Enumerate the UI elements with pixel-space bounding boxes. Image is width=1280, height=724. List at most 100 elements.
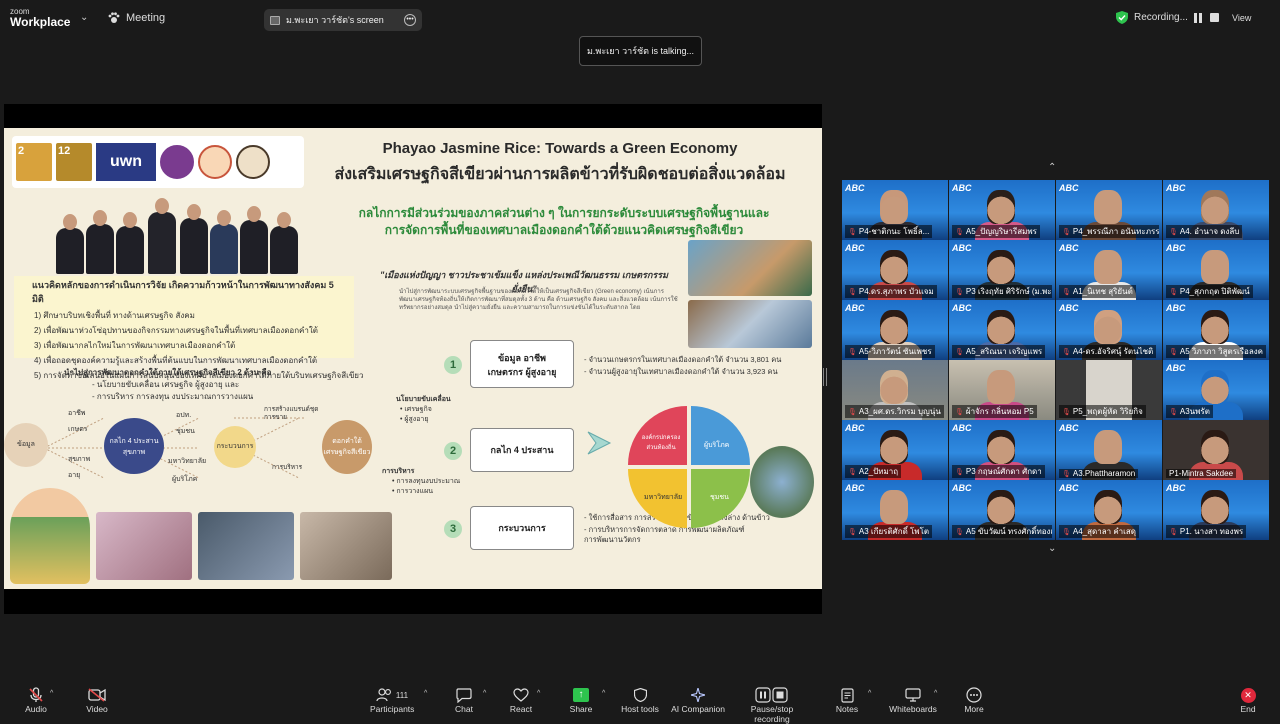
screen-icon (270, 15, 280, 25)
participant-name-text: P1. นางสา ทองพร (1179, 527, 1244, 536)
view-button[interactable]: View (1232, 13, 1251, 23)
participant-face (1201, 310, 1229, 344)
flow-node-data: ข้อมูล (4, 423, 48, 467)
activity-photo-3 (300, 512, 392, 580)
participant-tile[interactable]: ABC 🎙 P3 กฤษณ์ศักดา ศักดา (949, 420, 1055, 480)
participant-name: 🎙 A5 วิภาภา วิสูตรเรือลงค (1166, 345, 1266, 358)
more-options-icon[interactable]: ••• (404, 14, 416, 26)
participant-tile[interactable]: ABC 🎙 P4-ชาติกนะ โพธิ์ล... (842, 180, 948, 240)
participant-tile[interactable]: ABC 🎙 A1_นิเทช สุริยันต์ (1056, 240, 1162, 300)
microphone-muted-icon: 🎙 (848, 348, 857, 356)
participants-button[interactable]: 111 Participants (370, 686, 414, 714)
meeting-label: Meeting (126, 12, 166, 24)
participant-tile[interactable]: ABC 🎙 A3นพรัต (1163, 360, 1269, 420)
screen-chip-label: ม.พะเยา วาร์ชัต's screen (286, 15, 384, 25)
participant-tile[interactable]: ABC 🎙 A5 วิภาภา วิสูตรเรือลงค (1163, 300, 1269, 360)
microphone-muted-icon: 🎙 (1062, 288, 1071, 296)
microphone-muted-icon: 🎙 (955, 228, 964, 236)
shared-screen-chip[interactable]: ม.พะเยา วาร์ชัต's screen ••• (264, 9, 422, 31)
pause-recording-icon[interactable] (1193, 12, 1204, 23)
slide-title-en: Phayao Jasmine Rice: Towards a Green Eco… (382, 140, 738, 157)
audio-button[interactable]: Audio (22, 686, 50, 714)
participant-tile[interactable]: ABC🎙A3_ผศ.ดร.วิกรม บุญนุ่น (842, 360, 948, 420)
more-button[interactable]: More (962, 686, 986, 714)
policy-item: • ผู้สูงอายุ (400, 416, 429, 423)
top-bar: zoom Workplace ⌄ Meeting ม.พะเยา วาร์ชัต… (0, 0, 1280, 38)
end-meeting-button[interactable]: ✕ End (1238, 686, 1258, 714)
step-1-box: ข้อมูล อาชีพ เกษตรกร ผู้สูงอายุ (470, 340, 574, 388)
participant-tile[interactable]: ABC🎙P5_พฤตผู้หัด วิริยกิจ (1056, 360, 1162, 420)
chevron-right-icon (587, 431, 612, 455)
react-button[interactable]: React (508, 686, 534, 714)
whiteboard-icon (888, 686, 938, 704)
virtual-background-logo: ABC (1059, 243, 1079, 253)
microphone-muted-icon: 🎙 (955, 468, 964, 476)
pause-stop-recording-button[interactable]: Pause/stop recording (732, 686, 812, 724)
video-button[interactable]: Video (84, 686, 110, 714)
participant-tile[interactable]: ABC 🎙 A4_สุดาลา คำเสดุ (1056, 480, 1162, 540)
participant-face (880, 490, 908, 524)
ai-companion-button[interactable]: AI Companion (670, 686, 726, 714)
participant-name-text: P3 เริงฤทัย ศิริรักษ์ (ม.พะ... (965, 287, 1052, 296)
participant-tile[interactable]: ABC 🎙 A3.Phattharamon (1056, 420, 1162, 480)
participant-tile[interactable]: ABC 🎙 P1. นางสา ทองพร (1163, 480, 1269, 540)
flow-node-process: กระบวนการ (214, 426, 256, 468)
panel-resize-handle[interactable] (823, 368, 827, 386)
zoom-workplace-logo[interactable]: zoom Workplace (10, 8, 71, 29)
audio-label: Audio (25, 704, 47, 714)
participant-name-text: A5-วิภาวัตน์ ซันเพชร (858, 347, 932, 356)
flow-word: การบริหาร (272, 464, 303, 471)
stop-recording-icon[interactable] (1209, 13, 1219, 22)
chat-button[interactable]: Chat (452, 686, 476, 714)
participant-face (1094, 250, 1122, 284)
participant-tile[interactable]: ABC 🎙 P4.ดร.สุภาพร บัวแจม (842, 240, 948, 300)
ai-companion-label: AI Companion (671, 704, 725, 714)
participant-tile[interactable]: ABC 🎙 P4_สุภกฤต ปิติพัฒน์ (1163, 240, 1269, 300)
participant-name-text: P4-ชาติกนะ โพธิ์ล... (858, 227, 930, 236)
whiteboards-button[interactable]: Whiteboards (888, 686, 938, 714)
uwn-logo: uwn (96, 143, 156, 181)
chevron-down-icon[interactable]: ⌄ (80, 12, 88, 23)
virtual-background-logo: ABC (845, 303, 865, 313)
microphone-muted-icon: 🎙 (1062, 228, 1071, 236)
farmers-photo (750, 446, 814, 518)
virtual-background-logo: ABC (845, 243, 865, 253)
participant-tile[interactable]: ABC 🎙A5 ขับวัฒน์ ทรงศักดิ์ทองเล็ก (949, 480, 1055, 540)
participant-name-text: A3นพรัต (1179, 407, 1210, 416)
video-label: Video (86, 704, 108, 714)
participant-tile[interactable]: ABC 🎙 A4-ดร.อัจริศนุ์ รัตนไชติ (1056, 300, 1162, 360)
virtual-background-logo: ABC (952, 483, 972, 493)
participant-face (1094, 430, 1122, 464)
microphone-muted-icon: 🎙 (955, 348, 964, 356)
participant-face (987, 370, 1015, 404)
microphone-muted-icon: 🎙 (1169, 408, 1178, 416)
virtual-background-logo: ABC (1166, 483, 1186, 493)
gallery-prev-page-icon[interactable]: ⌃ (1048, 162, 1056, 173)
municipality-seal-logo (198, 145, 232, 179)
meeting-info-button[interactable]: Meeting (108, 12, 165, 24)
participant-tile[interactable]: ABC 🎙 A5_ปัญญริษารีสมพร (949, 180, 1055, 240)
share-button[interactable]: ↑ Share (569, 686, 593, 714)
gallery-next-page-icon[interactable]: ⌄ (1048, 543, 1056, 554)
host-tools-button[interactable]: Host tools (620, 686, 660, 714)
participant-tile[interactable]: ABC 🎙 A5_สริณนา เจริญแพร (949, 300, 1055, 360)
participants-count: 111 (395, 690, 409, 700)
participant-tile[interactable]: ABC 🎙 P4_พรรณีภา อนันทะภรร... (1056, 180, 1162, 240)
participant-tile[interactable]: ABC 🎙 A3 เกียรติศักดิ์ โพโต (842, 480, 948, 540)
participant-tile[interactable]: ABC 🎙 A5-วิภาวัตน์ ซันเพชร (842, 300, 948, 360)
participant-face (987, 310, 1015, 344)
participant-name: 🎙 A4-ดร.อัจริศนุ์ รัตนไชติ (1059, 345, 1157, 358)
microphone-muted-icon: 🎙 (1169, 288, 1178, 296)
participant-name-text: P5_พฤตผู้หัด วิริยกิจ (1072, 407, 1143, 416)
participant-tile[interactable]: ABC 🎙 A4. อำนาจ ดงลีบ (1163, 180, 1269, 240)
participant-tile[interactable]: ABC🎙ผ้าจักร กลิ่นหอม P5 (949, 360, 1055, 420)
summary-paragraph: นำไปสู่การพัฒนาระบบเศรษฐกิจพื้นฐานของดอก… (399, 289, 678, 312)
university-seal-logo (160, 145, 194, 179)
notes-button[interactable]: Notes (834, 686, 860, 714)
brand-large: Workplace (10, 15, 71, 29)
participant-tile[interactable]: ABC 🎙 A2_ปัทมาฤ (842, 420, 948, 480)
participant-name: 🎙 A3 เกียรติศักดิ์ โพโต (845, 525, 933, 538)
participant-tile[interactable]: ABCP1-Mintra Sakdee (1163, 420, 1269, 480)
participant-tile[interactable]: ABC 🎙 P3 เริงฤทัย ศิริรักษ์ (ม.พะ... (949, 240, 1055, 300)
close-icon: ✕ (1240, 687, 1256, 703)
